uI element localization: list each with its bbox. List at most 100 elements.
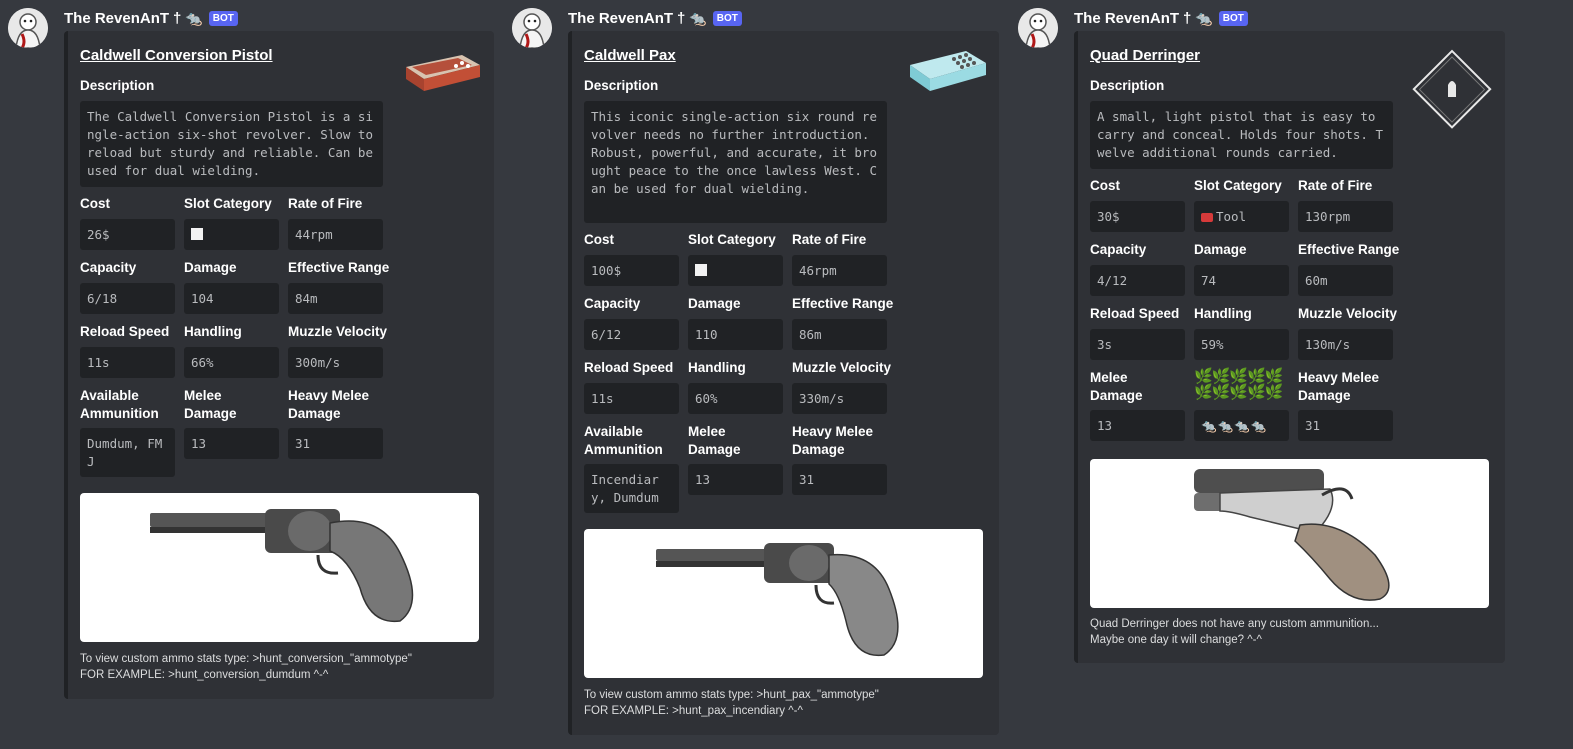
- cost-value: 30$: [1090, 201, 1185, 232]
- avatar[interactable]: [8, 8, 48, 48]
- reload-speed-value: 11s: [584, 383, 679, 414]
- embed-title[interactable]: Caldwell Conversion Pistol: [80, 47, 273, 64]
- available-ammunition-label: Available Ammunition: [584, 424, 663, 457]
- footer-line-1: To view custom ammo stats type: >hunt_pa…: [584, 689, 879, 701]
- username[interactable]: The RevenAnT: [568, 10, 673, 27]
- embed-title[interactable]: Caldwell Pax: [584, 47, 676, 64]
- revolver-image[interactable]: [80, 493, 479, 642]
- handling-label: Handling: [184, 324, 242, 339]
- cost-label: Cost: [80, 196, 110, 211]
- slot-category-value: Tool: [1194, 201, 1289, 232]
- bot-tag: BOT: [208, 10, 238, 26]
- reload-speed-value: 3s: [1090, 329, 1185, 360]
- muzzle-velocity-value: 330m/s: [792, 383, 887, 414]
- heavy-melee-damage-label: Heavy Melee Damage: [1298, 370, 1380, 403]
- description-box: The Caldwell Conversion Pistol is a sing…: [80, 101, 383, 187]
- handling-value: 60%: [688, 383, 783, 414]
- avatar[interactable]: [1018, 8, 1058, 48]
- cost-value: 26$: [80, 219, 175, 250]
- damage-value: 104: [184, 283, 279, 314]
- melee-damage-label: Melee Damage: [184, 388, 237, 421]
- slot-category-label: Slot Category: [184, 196, 272, 211]
- rate-of-fire-label: Rate of Fire: [288, 196, 363, 211]
- capacity-value: 6/12: [584, 319, 679, 350]
- effective-range-label: Effective Range: [792, 296, 894, 311]
- cost-value: 100$: [584, 255, 679, 286]
- muzzle-velocity-value: 300m/s: [288, 347, 383, 378]
- muzzle-velocity-label: Muzzle Velocity: [1298, 306, 1398, 321]
- description-label: Description: [80, 78, 155, 93]
- reload-speed-label: Reload Speed: [584, 360, 674, 375]
- message-header: The RevenAnT † 🐀 BOT: [64, 8, 238, 28]
- damage-label: Damage: [1194, 242, 1247, 257]
- damage-value: 110: [688, 319, 783, 350]
- effective-range-label: Effective Range: [1298, 242, 1400, 257]
- diamond-bullet-icon[interactable]: [1412, 49, 1492, 134]
- footer-line-1: To view custom ammo stats type: >hunt_co…: [80, 653, 412, 665]
- damage-label: Damage: [688, 296, 741, 311]
- effective-range-label: Effective Range: [288, 260, 390, 275]
- muzzle-velocity-label: Muzzle Velocity: [792, 360, 892, 375]
- capacity-value: 4/12: [1090, 265, 1185, 296]
- username[interactable]: The RevenAnT: [1074, 10, 1179, 27]
- rat-emojis: 🐀🐀🐀🐀: [1194, 410, 1289, 441]
- heavy-melee-damage-value: 31: [792, 464, 887, 495]
- footer-line-2: FOR EXAMPLE: >hunt_pax_incendiary ^-^: [584, 705, 803, 717]
- handling-label: Handling: [1194, 306, 1252, 321]
- footer-line-2: FOR EXAMPLE: >hunt_conversion_dumdum ^-^: [80, 669, 329, 681]
- rat-emoji: 🐀: [185, 9, 203, 26]
- herb-emojis: 🌿🌿🌿🌿🌿🌿🌿🌿🌿🌿: [1194, 368, 1283, 401]
- effective-range-value: 86m: [792, 319, 887, 350]
- rate-of-fire-value: 130rpm: [1298, 201, 1393, 232]
- handling-value: 66%: [184, 347, 279, 378]
- cost-label: Cost: [584, 232, 614, 247]
- effective-range-value: 84m: [288, 283, 383, 314]
- description-box: This iconic single-action six round revo…: [584, 101, 887, 223]
- toolbox-icon: [1201, 213, 1213, 222]
- damage-label: Damage: [184, 260, 237, 275]
- melee-damage-label: Melee Damage: [688, 424, 741, 457]
- rate-of-fire-value: 44rpm: [288, 219, 383, 250]
- rate-of-fire-label: Rate of Fire: [1298, 178, 1373, 193]
- slot-square-icon: [191, 228, 203, 240]
- available-ammunition-label: Available Ammunition: [80, 388, 159, 421]
- melee-damage-value: 13: [688, 464, 783, 495]
- effective-range-value: 60m: [1298, 265, 1393, 296]
- heavy-melee-damage-value: 31: [1298, 410, 1393, 441]
- footer-line-2: Maybe one day it will change? ^-^: [1090, 634, 1262, 646]
- melee-damage-label: Melee Damage: [1090, 370, 1143, 403]
- slot-category-value: [184, 219, 279, 250]
- description-label: Description: [584, 78, 659, 93]
- reload-speed-label: Reload Speed: [1090, 306, 1180, 321]
- revolver-image[interactable]: [584, 529, 983, 678]
- handling-value: 59%: [1194, 329, 1289, 360]
- muzzle-velocity-value: 130m/s: [1298, 329, 1393, 360]
- message-header: The RevenAnT † 🐀 BOT: [1074, 8, 1248, 28]
- melee-damage-value: 13: [184, 428, 279, 459]
- rate-of-fire-label: Rate of Fire: [792, 232, 867, 247]
- slot-category-text: Tool: [1216, 209, 1247, 224]
- capacity-label: Capacity: [80, 260, 137, 275]
- username[interactable]: The RevenAnT: [64, 10, 169, 27]
- blue-ammo-box-icon[interactable]: [906, 45, 988, 100]
- avatar[interactable]: [512, 8, 552, 48]
- rat-emoji: 🐀: [689, 9, 707, 26]
- weapon-embed: Quad Derringer Description A small, ligh…: [1074, 31, 1505, 663]
- embed-title[interactable]: Quad Derringer: [1090, 47, 1200, 64]
- rat-emoji: 🐀: [1195, 9, 1213, 26]
- heavy-melee-damage-label: Heavy Melee Damage: [288, 388, 370, 421]
- bot-tag: BOT: [712, 10, 742, 26]
- melee-damage-value: 13: [1090, 410, 1185, 441]
- muzzle-velocity-label: Muzzle Velocity: [288, 324, 388, 339]
- derringer-image[interactable]: [1090, 459, 1489, 608]
- username-suffix: †: [677, 9, 686, 27]
- reload-speed-value: 11s: [80, 347, 175, 378]
- username-suffix: †: [1183, 9, 1192, 27]
- red-ammo-box-icon[interactable]: [402, 49, 482, 98]
- heavy-melee-damage-value: 31: [288, 428, 383, 459]
- slot-category-label: Slot Category: [1194, 178, 1282, 193]
- heavy-melee-damage-label: Heavy Melee Damage: [792, 424, 874, 457]
- slot-category-label: Slot Category: [688, 232, 776, 247]
- capacity-label: Capacity: [584, 296, 641, 311]
- username-suffix: †: [173, 9, 182, 27]
